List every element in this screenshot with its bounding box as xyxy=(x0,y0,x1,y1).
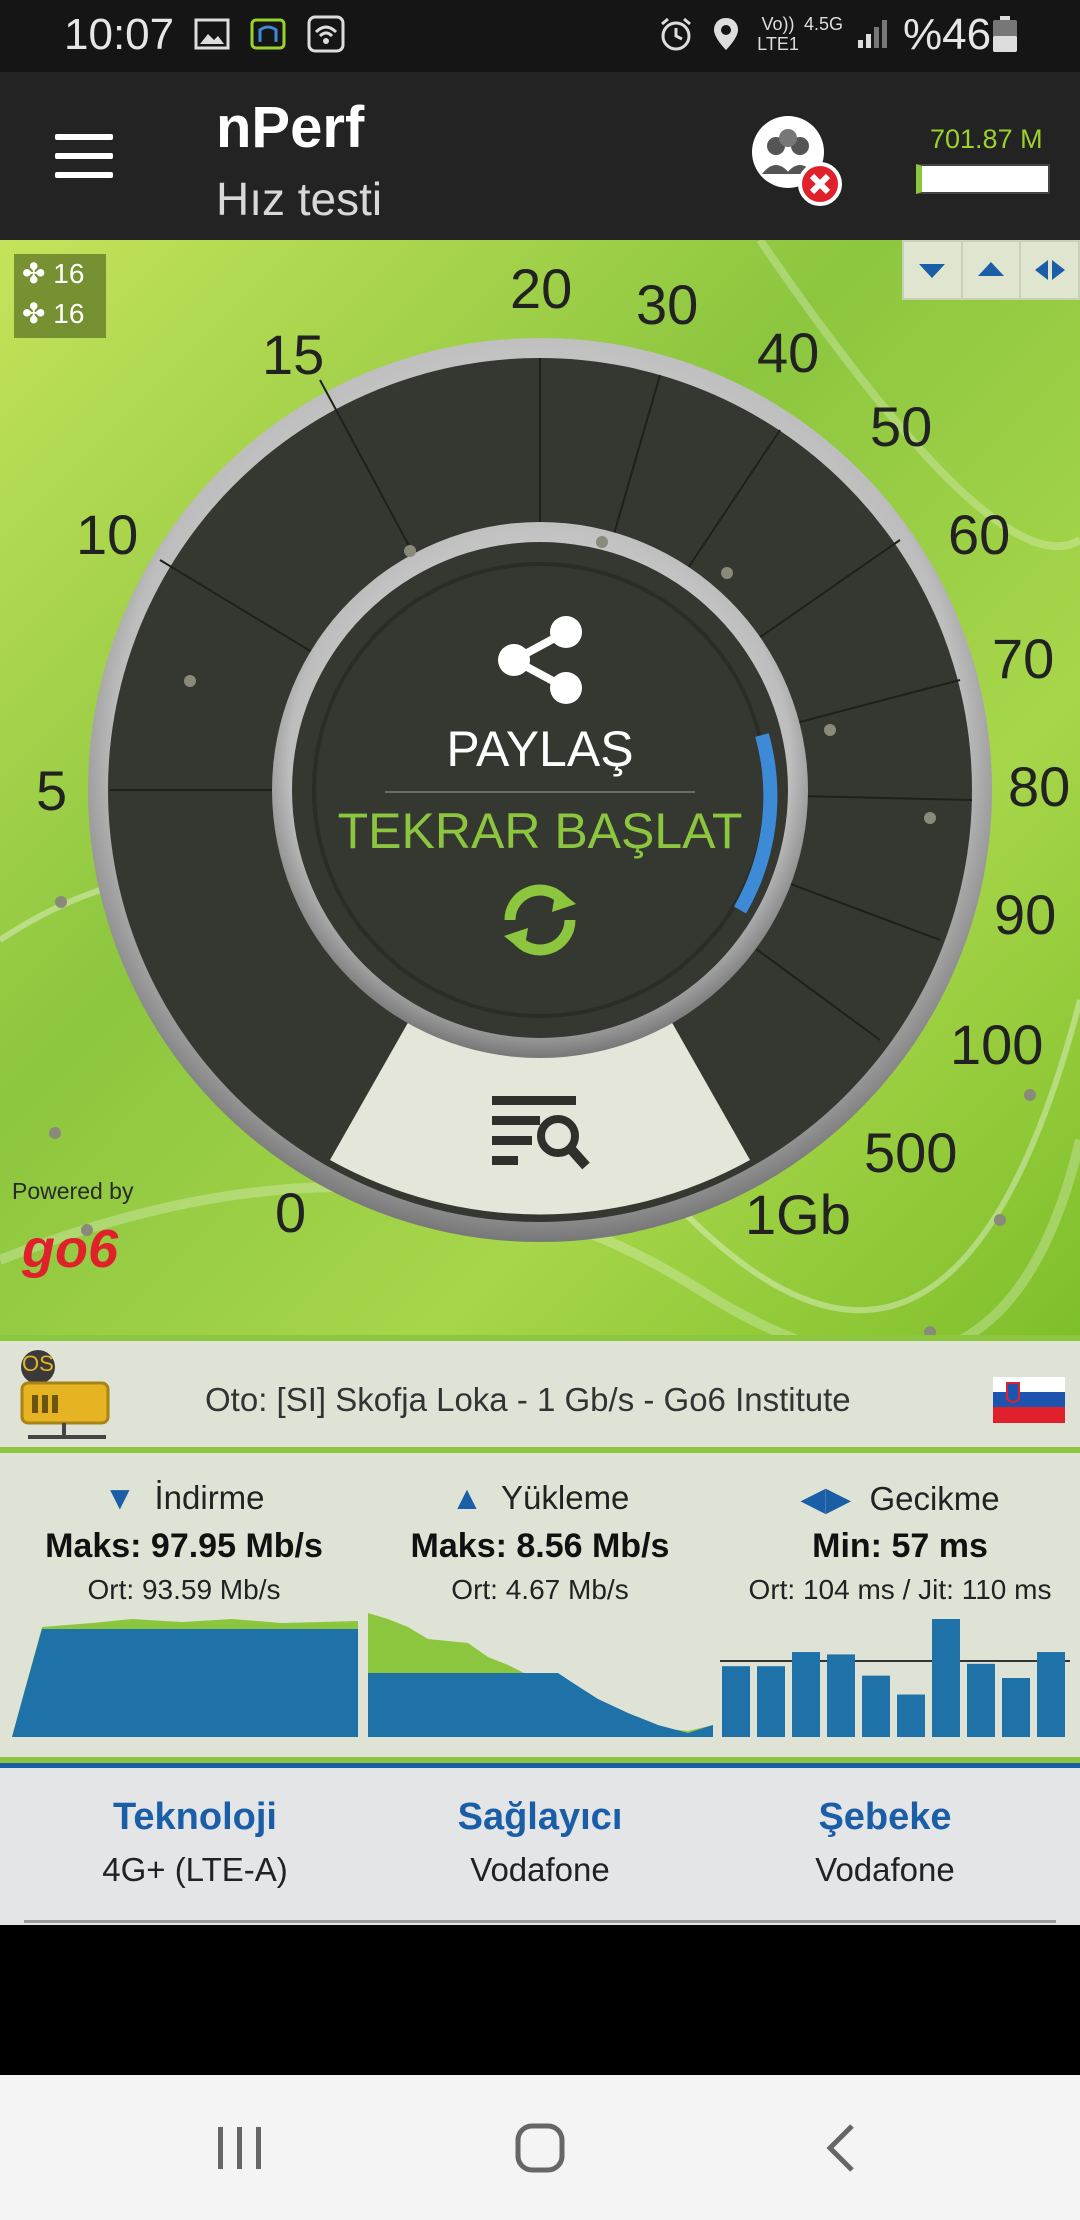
server-bar[interactable]: OS Oto: [SI] Skofja Loka - 1 Gb/s - Go6 … xyxy=(0,1335,1080,1453)
results-panel: ▼ İndirme Maks: 97.95 Mb/s Ort: 93.59 Mb… xyxy=(0,1453,1080,1763)
alarm-icon xyxy=(661,17,691,51)
location-icon xyxy=(714,18,738,50)
technology-info: Teknoloji 4G+ (LTE-A) xyxy=(15,1796,375,1889)
recent-apps-button[interactable] xyxy=(210,2123,270,2173)
wifi-icon xyxy=(307,15,345,53)
scale-label-15: 15 xyxy=(262,323,325,386)
share-icon xyxy=(498,616,582,704)
latency-header: ◀▶ Gecikme xyxy=(720,1479,1080,1521)
server-badge: OS xyxy=(22,1351,54,1376)
data-quota-bar xyxy=(916,164,1050,194)
download-header: ▼ İndirme xyxy=(4,1479,364,1521)
upload-result: ▲ Yükleme Maks: 8.56 Mb/s Ort: 4.67 Mb/s xyxy=(360,1453,720,1606)
download-result: ▼ İndirme Maks: 97.95 Mb/s Ort: 93.59 Mb… xyxy=(4,1453,364,1606)
restart-button[interactable]: TEKRAR BAŞLAT xyxy=(310,802,770,1032)
latency-arrows-icon: ◀▶ xyxy=(800,1480,852,1517)
latency-label: Gecikme xyxy=(869,1480,1000,1517)
provider-value: Vodafone xyxy=(470,1851,610,1888)
network-value: Vodafone xyxy=(815,1851,955,1888)
scale-label-30: 30 xyxy=(636,273,699,336)
latency-avg: Ort: 104 ms / Jit: 110 ms xyxy=(748,1574,1052,1605)
menu-button[interactable] xyxy=(55,134,113,178)
download-label: İndirme xyxy=(154,1479,265,1516)
nperf-notification-icon xyxy=(250,18,286,50)
system-nav-bar xyxy=(0,2075,1080,2220)
upload-label: Yükleme xyxy=(501,1479,630,1516)
share-button[interactable]: PAYLAŞ xyxy=(430,610,650,810)
upload-arrow-icon: ▲ xyxy=(450,1479,484,1516)
latency-bar xyxy=(827,1654,855,1737)
speedometer-panel: ✤ 16 ✤ 16 0 5 10 15 20 30 40 50 60 70 80… xyxy=(0,240,1080,1335)
image-icon xyxy=(194,18,230,50)
latency-bar xyxy=(932,1619,960,1737)
app-title: nPerf xyxy=(216,95,365,160)
refresh-icon xyxy=(504,884,576,956)
share-label: PAYLAŞ xyxy=(446,721,634,777)
technology-value: 4G+ (LTE-A) xyxy=(102,1851,288,1888)
network-label: Şebeke xyxy=(818,1796,952,1838)
download-max: Maks: 97.95 Mb/s xyxy=(45,1527,323,1565)
latency-bar xyxy=(792,1652,820,1737)
volte-label: Vo)) LTE1 xyxy=(757,14,799,54)
battery-percent: %46 xyxy=(903,10,992,59)
scale-label-70: 70 xyxy=(992,627,1055,690)
latency-bar xyxy=(862,1675,890,1737)
scale-label-40: 40 xyxy=(757,321,820,384)
latency-bar xyxy=(967,1663,995,1737)
results-history-icon[interactable] xyxy=(488,1090,592,1174)
latency-min: Min: 57 ms xyxy=(812,1527,988,1565)
battery-icon xyxy=(993,16,1017,52)
restart-label: TEKRAR BAŞLAT xyxy=(337,803,743,859)
scale-label-20: 20 xyxy=(510,257,573,320)
scale-label-90: 90 xyxy=(994,883,1057,946)
app-subtitle: Hız testi xyxy=(216,173,383,225)
upload-max: Maks: 8.56 Mb/s xyxy=(410,1527,670,1565)
latency-bar xyxy=(1037,1652,1065,1737)
status-time: 10:07 xyxy=(64,10,175,59)
upload-header: ▲ Yükleme xyxy=(360,1479,720,1521)
app-bar: nPerf Hız testi 701.87 M xyxy=(0,72,1080,240)
server-name: Oto: [SI] Skofja Loka - 1 Gb/s - Go6 Ins… xyxy=(205,1381,851,1418)
latency-bar xyxy=(897,1694,925,1737)
status-bar: 10:07 Vo)) LTE1 4.5G %46 xyxy=(0,0,1080,72)
powered-by-label: Powered by xyxy=(12,1178,134,1204)
latency-result: ◀▶ Gecikme Min: 57 ms Ort: 104 ms / Jit:… xyxy=(720,1453,1080,1606)
provider-label: Sağlayıcı xyxy=(457,1796,623,1838)
network-type: 4.5G xyxy=(804,14,844,34)
upload-avg: Ort: 4.67 Mb/s xyxy=(451,1574,629,1605)
scale-label-100: 100 xyxy=(950,1013,1044,1076)
scale-label-50: 50 xyxy=(870,395,933,458)
network-info: Şebeke Vodafone xyxy=(705,1796,1065,1889)
latency-graph xyxy=(720,1619,1070,1737)
home-button[interactable] xyxy=(512,2121,568,2175)
scale-label-1gb: 1Gb xyxy=(745,1183,851,1246)
scale-label-5: 5 xyxy=(36,759,68,822)
scale-label-10: 10 xyxy=(76,503,139,566)
scale-label-500: 500 xyxy=(864,1121,958,1184)
scale-label-0: 0 xyxy=(275,1181,307,1244)
scale-label-60: 60 xyxy=(948,503,1011,566)
provider-info: Sağlayıcı Vodafone xyxy=(360,1796,720,1889)
network-info-panel: Teknoloji 4G+ (LTE-A) Sağlayıcı Vodafone… xyxy=(0,1763,1080,1925)
divider xyxy=(24,1920,1056,1923)
community-offline-icon[interactable] xyxy=(738,112,848,212)
technology-label: Teknoloji xyxy=(113,1796,277,1838)
download-avg: Ort: 93.59 Mb/s xyxy=(87,1574,281,1605)
download-arrow-icon: ▼ xyxy=(103,1479,137,1516)
slovenia-flag-icon xyxy=(993,1377,1065,1423)
latency-bar xyxy=(722,1666,750,1737)
signal-icon xyxy=(858,20,887,48)
sponsor-logo[interactable]: go6 xyxy=(22,1218,118,1280)
latency-bar xyxy=(1002,1678,1030,1737)
upload-graph xyxy=(368,1613,713,1737)
download-graph xyxy=(12,1619,358,1737)
latency-bar xyxy=(757,1666,785,1737)
scale-label-80: 80 xyxy=(1008,755,1071,818)
back-button[interactable] xyxy=(820,2121,864,2175)
data-quota-label: 701.87 M xyxy=(930,124,1043,154)
